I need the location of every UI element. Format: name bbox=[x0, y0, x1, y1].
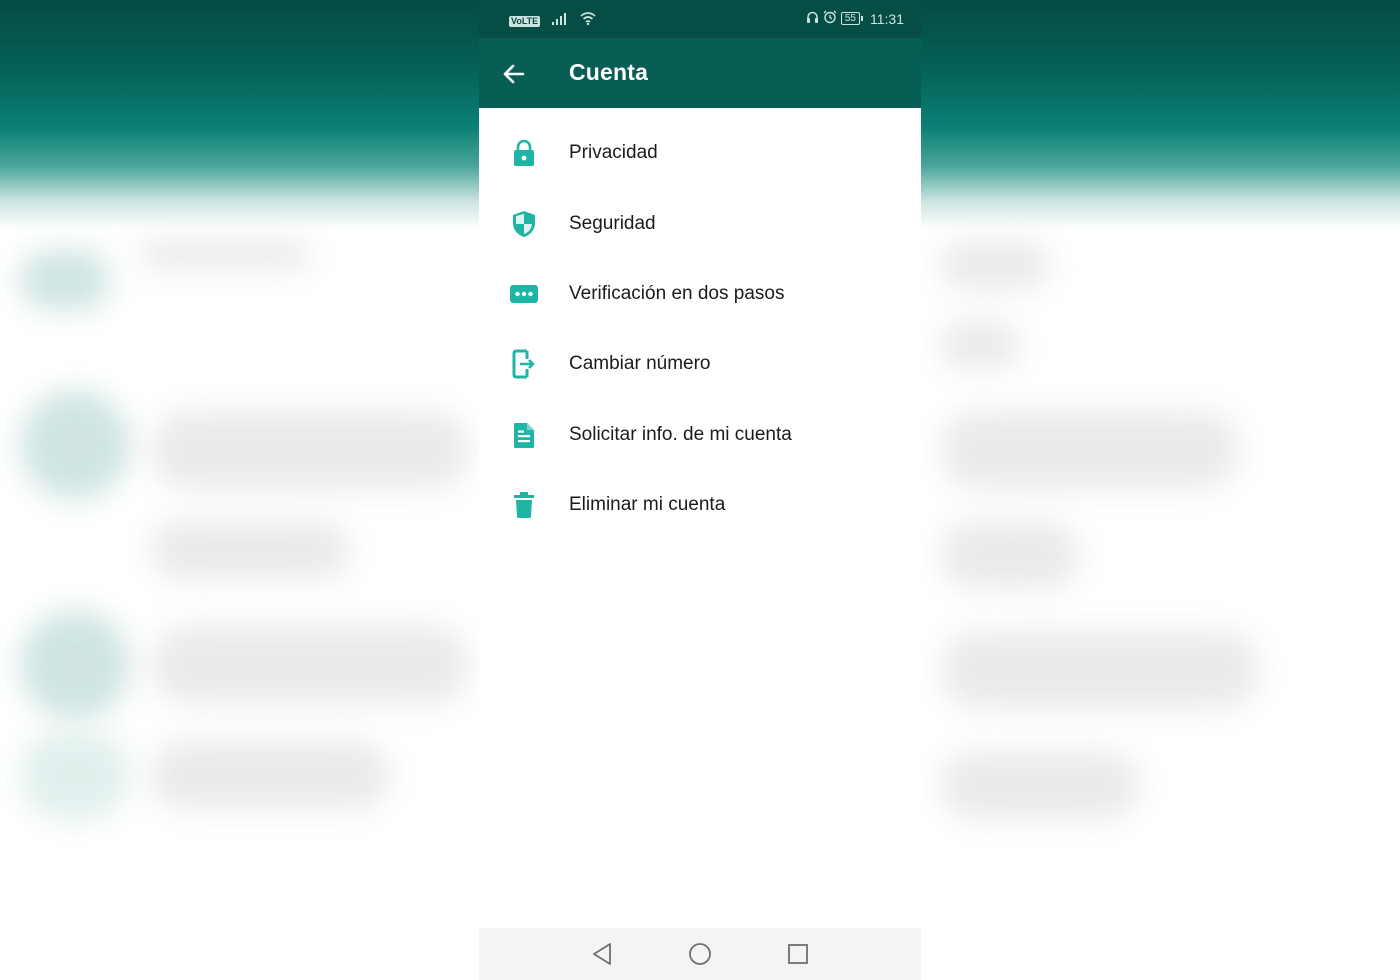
blurred-text bbox=[940, 750, 1140, 820]
nav-back-button[interactable] bbox=[587, 939, 617, 969]
blurred-text bbox=[940, 320, 1020, 370]
lock-icon bbox=[510, 139, 538, 167]
headset-icon bbox=[806, 11, 819, 27]
phone-screen: VoLTE 55 11:31 Cuenta Privacidad Segurid… bbox=[479, 0, 921, 980]
menu-item-request-account-info[interactable]: Solicitar info. de mi cuenta bbox=[479, 400, 921, 470]
status-right: 55 11:31 bbox=[806, 10, 904, 27]
battery-icon: 55 bbox=[840, 12, 864, 25]
alarm-icon bbox=[823, 10, 837, 27]
menu-item-label: Cambiar número bbox=[569, 353, 711, 375]
blurred-text bbox=[150, 520, 350, 580]
blurred-text bbox=[940, 630, 1260, 710]
blurred-text bbox=[940, 240, 1050, 290]
blurred-avatar bbox=[20, 730, 130, 820]
recents-square-icon bbox=[788, 944, 808, 964]
home-circle-icon bbox=[689, 943, 711, 965]
app-bar: Cuenta bbox=[479, 38, 921, 108]
menu-item-privacy[interactable]: Privacidad bbox=[479, 118, 921, 188]
menu-item-change-number[interactable]: Cambiar número bbox=[479, 329, 921, 399]
menu-item-label: Seguridad bbox=[569, 212, 656, 234]
blurred-text bbox=[940, 520, 1080, 590]
blurred-text bbox=[150, 410, 470, 490]
shield-icon bbox=[510, 210, 538, 238]
clock-time: 11:31 bbox=[870, 10, 904, 27]
menu-item-label: Solicitar info. de mi cuenta bbox=[569, 423, 792, 445]
nav-home-button[interactable] bbox=[685, 939, 715, 969]
document-icon bbox=[510, 421, 538, 449]
menu-item-security[interactable]: Seguridad bbox=[479, 188, 921, 258]
trash-icon bbox=[510, 491, 538, 519]
menu-item-label: Eliminar mi cuenta bbox=[569, 494, 726, 516]
blurred-text bbox=[150, 740, 390, 810]
account-menu: Privacidad Seguridad Verificación en dos… bbox=[479, 118, 921, 540]
menu-item-label: Privacidad bbox=[569, 142, 658, 164]
blurred-avatar bbox=[20, 390, 130, 500]
page-title: Cuenta bbox=[569, 59, 649, 85]
menu-item-two-step-verification[interactable]: Verificación en dos pasos bbox=[479, 259, 921, 329]
status-left: VoLTE bbox=[509, 12, 596, 30]
signal-icon bbox=[552, 12, 568, 30]
menu-item-delete-account[interactable]: Eliminar mi cuenta bbox=[479, 470, 921, 540]
blurred-avatar bbox=[20, 250, 110, 310]
back-triangle-icon bbox=[593, 943, 611, 965]
nav-recents-button[interactable] bbox=[783, 939, 813, 969]
change-number-icon bbox=[510, 349, 538, 379]
blurred-text bbox=[940, 410, 1240, 490]
wifi-icon bbox=[580, 12, 596, 30]
status-bar: VoLTE 55 11:31 bbox=[479, 0, 921, 38]
menu-item-label: Verificación en dos pasos bbox=[569, 282, 785, 304]
arrow-back-icon bbox=[503, 64, 525, 84]
system-nav-bar bbox=[479, 928, 921, 980]
blurred-text bbox=[150, 625, 470, 705]
back-button[interactable] bbox=[499, 59, 529, 89]
blurred-text bbox=[140, 240, 310, 270]
volte-icon: VoLTE bbox=[509, 15, 541, 27]
blurred-avatar bbox=[20, 610, 130, 720]
dots-icon bbox=[510, 280, 538, 308]
